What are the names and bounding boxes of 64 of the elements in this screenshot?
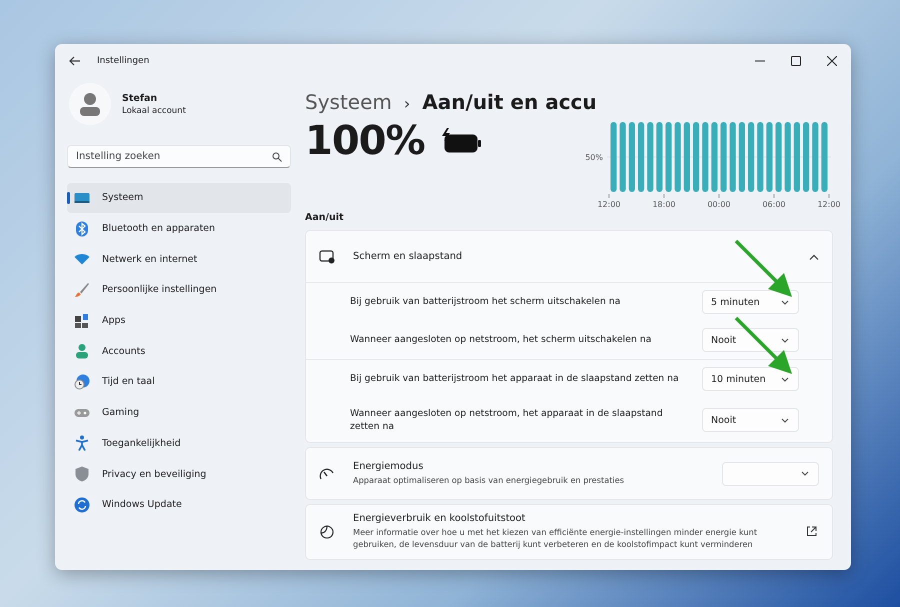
x-axis-label: 12:00 <box>597 200 621 209</box>
chevron-down-icon <box>781 376 789 382</box>
search-icon <box>272 152 282 162</box>
card-title: Scherm en slaapstand <box>353 251 462 262</box>
dropdown[interactable]: Nooit <box>702 408 799 432</box>
card-description: Apparaat optimaliseren op basis van energiegebruik en prestaties <box>353 474 625 486</box>
y-axis-label: 50% <box>585 153 603 162</box>
sidebar-item[interactable]: Gaming <box>67 398 291 428</box>
settings-card[interactable] <box>305 504 833 560</box>
external-link-icon <box>806 526 817 538</box>
bluetooth-icon <box>74 220 90 237</box>
brush-icon <box>74 282 90 298</box>
x-axis-label: 06:00 <box>762 200 786 209</box>
sidebar-item[interactable]: Toegankelijkheid <box>67 428 291 458</box>
expander-header[interactable]: Scherm en slaapstand <box>306 231 832 282</box>
section-heading: Aan/uit <box>305 212 345 223</box>
card-title: Energiemodus <box>353 460 424 472</box>
close-icon[interactable] <box>827 56 837 66</box>
shield-icon <box>74 466 90 482</box>
sidebar-item[interactable]: Accounts <box>67 336 291 366</box>
maximize-icon[interactable] <box>791 56 801 66</box>
back-arrow-icon[interactable] <box>69 56 81 66</box>
chevron-down-icon <box>781 418 789 422</box>
setting-label: Bij gebruik van batterijstroom het scherm uitschakelen na <box>350 295 622 309</box>
update-icon <box>74 496 90 513</box>
person-icon <box>74 343 90 360</box>
setting-label: Wanneer aangesloten op netstroom, het apparaat in de slaapstand zetten na <box>350 406 664 434</box>
sidebar-item[interactable]: Netwerk en internet <box>67 244 291 274</box>
chevron-icon <box>809 254 819 260</box>
gauge-icon <box>319 466 335 480</box>
sidebar-item[interactable]: Apps <box>67 306 291 336</box>
dropdown[interactable]: 10 minuten <box>702 367 799 391</box>
apps-icon <box>74 312 90 329</box>
avatar <box>69 83 111 125</box>
sidebar-item[interactable]: Tijd en taal <box>67 367 291 397</box>
x-axis-label: 00:00 <box>707 200 731 209</box>
account-type: Lokaal account <box>122 106 186 116</box>
sidebar-item[interactable]: Bluetooth en apparaten <box>67 214 291 244</box>
x-axis-label: 12:00 <box>817 200 841 209</box>
user-name: Stefan <box>122 92 158 104</box>
dropdown[interactable]: 5 minuten <box>702 290 799 314</box>
chevron-down-icon <box>781 338 789 342</box>
accessibility-icon <box>74 435 90 452</box>
sidebar-item[interactable]: Windows Update <box>67 490 291 520</box>
card-title: Energieverbruik en koolstofuitstoot <box>353 513 526 524</box>
wifi-icon <box>74 251 90 268</box>
battery-percentage: 100% <box>305 118 425 164</box>
dropdown[interactable]: Nooit <box>702 328 799 352</box>
card-description: Meer informatie over hoe u met het kiezen van efficiënte energie-instellingen minder energie kunt gebruiken, de levensduur van de batterij kunt verbeteren en de koolstofimpact kunt verminderen <box>353 527 758 551</box>
setting-label: Wanneer aangesloten op netstroom, het scherm uitschakelen na <box>350 333 652 347</box>
x-axis-label: 18:00 <box>652 200 676 209</box>
window-title: Instellingen <box>97 56 150 66</box>
search-field[interactable]: Instelling zoeken <box>67 145 291 168</box>
page-title: Aan/uit en accu <box>422 90 597 114</box>
sidebar-item[interactable]: Persoonlijke instellingen <box>67 275 291 305</box>
breadcrumb-parent[interactable]: Systeem <box>305 90 392 114</box>
sidebar-item[interactable]: Systeem <box>67 183 291 213</box>
globe-clock-icon <box>74 374 90 390</box>
setting-label: Bij gebruik van batterijstroom het apparaat in de slaapstand zetten na <box>350 372 680 386</box>
chevron-down-icon <box>781 300 789 304</box>
sidebar-item[interactable]: Privacy en beveiliging <box>67 459 291 489</box>
screen-sleep-icon <box>319 250 335 264</box>
breadcrumb-separator: › <box>404 94 410 113</box>
chevron-down-icon <box>801 471 809 476</box>
